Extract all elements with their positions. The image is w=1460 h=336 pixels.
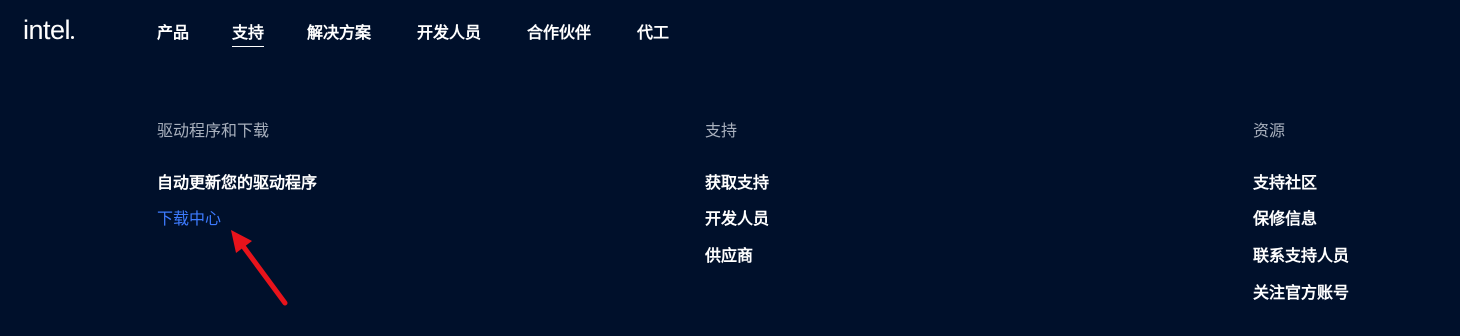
column-heading-resources: 资源: [1253, 121, 1286, 140]
intel-logo[interactable]: intel: [23, 15, 75, 45]
link-auto-update-drivers[interactable]: 自动更新您的驱动程序: [157, 172, 317, 194]
link-suppliers[interactable]: 供应商: [705, 245, 753, 267]
logo-text: intel: [23, 15, 71, 45]
nav-item-solutions[interactable]: 解决方案: [307, 22, 371, 44]
nav-item-foundry[interactable]: 代工: [637, 22, 669, 44]
link-follow-official[interactable]: 关注官方账号: [1253, 282, 1349, 304]
link-contact-support[interactable]: 联系支持人员: [1253, 245, 1349, 267]
link-developers[interactable]: 开发人员: [705, 208, 769, 230]
nav-item-support[interactable]: 支持: [232, 22, 265, 47]
link-get-support[interactable]: 获取支持: [705, 172, 769, 194]
top-navigation: intel 产品 支持 解决方案 开发人员 合作伙伴 代工: [0, 0, 1460, 64]
link-download-center[interactable]: 下载中心: [157, 208, 221, 230]
nav-item-developers[interactable]: 开发人员: [417, 22, 481, 44]
column-heading-drivers: 驱动程序和下载: [157, 121, 270, 140]
red-arrow-icon: [231, 230, 288, 306]
nav-item-products[interactable]: 产品: [157, 22, 189, 44]
nav-item-partners[interactable]: 合作伙伴: [527, 22, 591, 44]
column-heading-support: 支持: [705, 121, 738, 140]
link-support-community[interactable]: 支持社区: [1253, 172, 1317, 194]
link-warranty-info[interactable]: 保修信息: [1253, 208, 1317, 230]
logo-dot: [71, 36, 75, 39]
